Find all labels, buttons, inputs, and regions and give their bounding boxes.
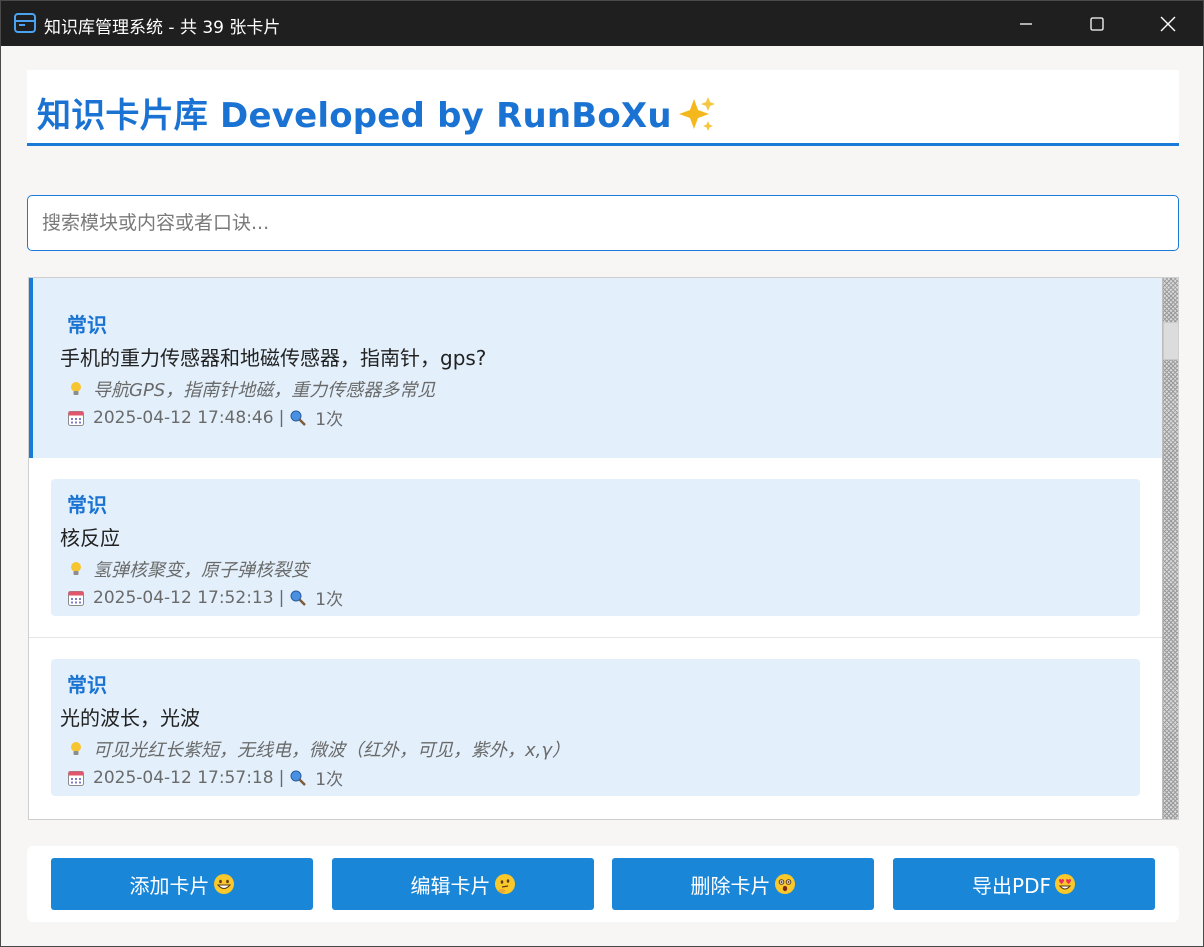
window-title: 知识库管理系统 - 共 39 张卡片: [44, 18, 281, 38]
sparkles-icon: [678, 97, 715, 131]
lightbulb-icon: [71, 382, 81, 395]
card-question: 光的波长，光波: [60, 706, 200, 730]
card-hint: 可见光红长紫短，无线电，微波（红外，可见，紫外，x,γ）: [67, 736, 570, 762]
action-bar: 添加卡片 编辑卡片 删除卡片 导出PDF: [27, 846, 1179, 922]
card-question: 核反应: [60, 526, 120, 550]
meta-separator: |: [278, 407, 285, 428]
card-list-item[interactable]: 常识 手机的重力传感器和地磁传感器，指南针，gps? 导航GPS，指南针地磁，重…: [29, 278, 1162, 458]
maximize-icon: [1090, 16, 1104, 31]
export-pdf-button[interactable]: 导出PDF: [893, 858, 1155, 910]
title-bar[interactable]: 知识库管理系统 - 共 39 张卡片: [1, 1, 1203, 46]
page-title-text: 知识卡片库 Developed by RunBoXu: [37, 96, 672, 136]
maximize-button[interactable]: [1062, 1, 1132, 46]
app-window: 知识库管理系统 - 共 39 张卡片 知识卡片库 Developed by Ru…: [0, 0, 1204, 947]
export-pdf-label: 导出PDF: [972, 873, 1051, 898]
close-icon: [1160, 16, 1176, 31]
card-meta: 2025-04-12 17:52:13 | 1次: [67, 585, 343, 610]
add-card-label: 添加卡片: [129, 873, 210, 898]
close-button[interactable]: [1133, 1, 1203, 46]
card-list-item[interactable]: 常识 光的波长，光波 可见光红长紫短，无线电，微波（红外，可见，紫外，x,γ） …: [29, 638, 1162, 818]
knowledge-card[interactable]: 常识 核反应 氢弹核聚变，原子弹核裂变 2025-04-12 17:52:13 …: [51, 479, 1140, 616]
grinning-face-icon: [213, 874, 234, 894]
magnifier-icon: [290, 770, 307, 786]
meta-separator: |: [278, 767, 285, 788]
page-title: 知识卡片库 Developed by RunBoXu: [37, 88, 716, 137]
lightbulb-icon: [71, 562, 81, 575]
card-date: 2025-04-12 17:57:18: [93, 767, 274, 788]
card-module: 常识: [67, 673, 107, 697]
card-list-item[interactable]: 常识 核反应 氢弹核聚变，原子弹核裂变 2025-04-12 17:52:13 …: [29, 458, 1162, 638]
card-meta: 2025-04-12 17:57:18 | 1次: [67, 765, 343, 790]
heart-eyes-face-icon: [1054, 874, 1075, 894]
minimize-icon: [1020, 22, 1032, 25]
scrollbar-thumb[interactable]: [1163, 322, 1178, 360]
card-module: 常识: [67, 493, 107, 517]
header-panel: 知识卡片库 Developed by RunBoXu: [27, 70, 1179, 146]
card-list[interactable]: 常识 手机的重力传感器和地磁传感器，指南针，gps? 导航GPS，指南针地磁，重…: [28, 277, 1179, 820]
astonished-face-icon: [774, 874, 795, 894]
card-question: 手机的重力传感器和地磁传感器，指南针，gps?: [60, 346, 487, 370]
add-card-button[interactable]: 添加卡片: [51, 858, 313, 910]
card-module: 常识: [67, 313, 107, 337]
card-hint: 氢弹核聚变，原子弹核裂变: [67, 556, 309, 582]
minimize-button[interactable]: [991, 1, 1061, 46]
magnifier-icon: [290, 590, 307, 606]
edit-card-label: 编辑卡片: [410, 873, 491, 898]
lightbulb-icon: [71, 742, 81, 755]
card-hint-text: 氢弹核聚变，原子弹核裂变: [93, 560, 309, 581]
card-hint-text: 导航GPS，指南针地磁，重力传感器多常见: [93, 380, 436, 401]
card-meta: 2025-04-12 17:48:46 | 1次: [67, 405, 343, 430]
delete-card-button[interactable]: 删除卡片: [612, 858, 874, 910]
card-hint-text: 可见光红长紫短，无线电，微波（红外，可见，紫外，x,γ）: [93, 740, 571, 761]
knowledge-card[interactable]: 常识 光的波长，光波 可见光红长紫短，无线电，微波（红外，可见，紫外，x,γ） …: [51, 659, 1140, 796]
meta-separator: |: [278, 587, 285, 608]
card-date: 2025-04-12 17:48:46: [93, 407, 274, 428]
card-views: 1次: [315, 590, 344, 610]
calendar-icon: [68, 770, 84, 786]
list-scrollbar[interactable]: [1162, 278, 1178, 819]
card-views: 1次: [315, 410, 344, 430]
card-views: 1次: [315, 770, 344, 790]
calendar-icon: [68, 590, 84, 606]
delete-card-label: 删除卡片: [690, 873, 771, 898]
magnifier-icon: [290, 410, 307, 426]
search-input[interactable]: [27, 195, 1179, 251]
thinking-face-icon: [494, 874, 515, 894]
card-date: 2025-04-12 17:52:13: [93, 587, 274, 608]
card-hint: 导航GPS，指南针地磁，重力传感器多常见: [67, 376, 435, 402]
calendar-icon: [68, 410, 84, 426]
app-window-icon: [14, 13, 36, 33]
knowledge-card[interactable]: 常识 手机的重力传感器和地磁传感器，指南针，gps? 导航GPS，指南针地磁，重…: [51, 299, 1140, 436]
edit-card-button[interactable]: 编辑卡片: [332, 858, 594, 910]
